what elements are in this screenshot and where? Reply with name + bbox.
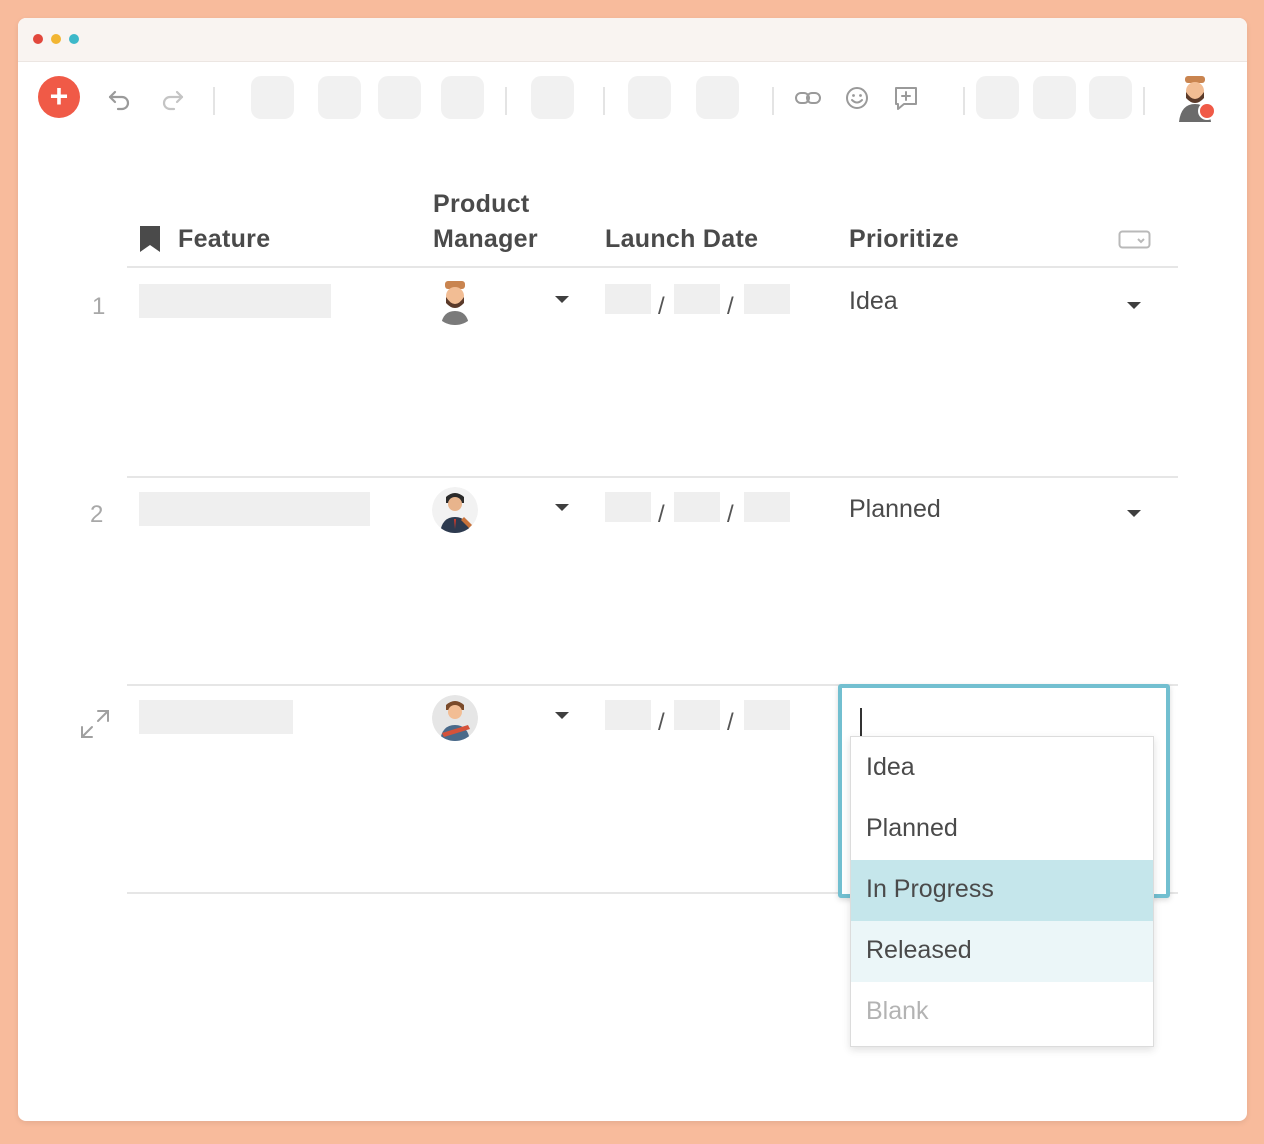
date-separator: / (658, 293, 665, 320)
option-label: In Progress (866, 875, 994, 903)
bearded-man-avatar[interactable] (432, 279, 478, 325)
chevron-down-icon[interactable] (1127, 302, 1141, 309)
prioritize-value[interactable]: Idea (849, 287, 898, 316)
date-day-field[interactable] (674, 700, 720, 730)
row-number: 2 (90, 501, 104, 528)
date-year-field[interactable] (744, 492, 790, 522)
column-header-prioritize[interactable]: Prioritize (849, 225, 959, 254)
header-divider (127, 266, 1178, 268)
chevron-down-icon[interactable] (555, 296, 569, 303)
dropdown-option-planned[interactable]: Planned (851, 799, 1153, 860)
date-month-field[interactable] (605, 492, 651, 522)
dropdown-option-idea[interactable]: Idea (851, 738, 1153, 799)
table: Feature Product Manager Launch Date Prio… (18, 18, 1247, 1121)
date-day-field[interactable] (674, 284, 720, 314)
date-separator: / (727, 293, 734, 320)
date-separator: / (727, 709, 734, 736)
dropdown-option-in-progress[interactable]: In Progress (851, 860, 1153, 921)
chevron-down-icon[interactable] (1127, 510, 1141, 517)
date-month-field[interactable] (605, 284, 651, 314)
dropdown-option-released[interactable]: Released (851, 921, 1153, 982)
feature-cell[interactable] (139, 700, 293, 734)
man-with-guitar-avatar[interactable] (432, 487, 478, 533)
option-label: Released (866, 936, 972, 964)
column-header-launch-date[interactable]: Launch Date (605, 225, 758, 254)
chevron-down-icon[interactable] (555, 712, 569, 719)
expand-icon[interactable] (78, 707, 112, 741)
date-separator: / (658, 709, 665, 736)
prioritize-dropdown-menu: Idea Planned In Progress Released Blank (850, 736, 1154, 1047)
feature-cell[interactable] (139, 284, 331, 318)
option-label: Idea (866, 753, 915, 781)
row-divider (127, 476, 1178, 478)
app-window: + Feature Product Manager Launch Date Pr… (18, 18, 1247, 1121)
date-day-field[interactable] (674, 492, 720, 522)
date-month-field[interactable] (605, 700, 651, 730)
dropdown-option-blank[interactable]: Blank (851, 982, 1153, 1043)
date-year-field[interactable] (744, 284, 790, 314)
date-separator: / (727, 501, 734, 528)
date-year-field[interactable] (744, 700, 790, 730)
man-with-bass-avatar[interactable] (432, 695, 478, 741)
row-number: 1 (92, 293, 106, 320)
feature-cell[interactable] (139, 492, 370, 526)
option-label: Blank (866, 997, 929, 1025)
option-label: Planned (866, 814, 958, 842)
chevron-down-icon[interactable] (555, 504, 569, 511)
prioritize-value[interactable]: Planned (849, 495, 941, 524)
column-header-product-manager-line1[interactable]: Product (433, 190, 530, 219)
column-header-product-manager-line2[interactable]: Manager (433, 225, 538, 254)
column-options-icon[interactable] (1118, 230, 1151, 250)
column-header-feature[interactable]: Feature (178, 225, 270, 254)
date-separator: / (658, 501, 665, 528)
bookmark-icon (140, 226, 160, 252)
